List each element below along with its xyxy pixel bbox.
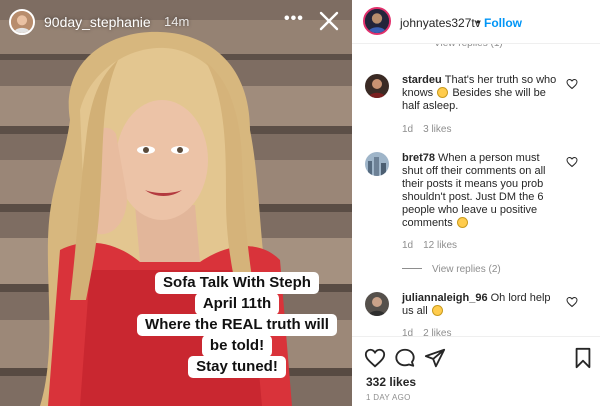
share-icon[interactable] [424,347,446,369]
comment-meta: 1d 2 likes [402,328,461,336]
comment-username[interactable]: bret78 [402,152,435,164]
comment-text: stardeu That's her truth so who knows Bes… [402,74,562,113]
view-replies-label: View replies (2) [432,264,501,275]
comment-text: juliannaleigh_96 Oh lord help us all [402,292,562,318]
eye-roll-emoji-icon [431,305,443,316]
comment-username[interactable]: stardeu [402,74,442,86]
view-replies-button[interactable]: View replies (2) [402,264,501,275]
post-panel: johnyates327tv • Follow View replies (1)… [352,0,600,406]
more-horizontal-icon[interactable]: ••• [284,10,304,28]
caption-line: be told! [201,335,273,357]
story-avatar[interactable] [9,9,35,35]
like-comment-heart-icon[interactable] [566,156,578,168]
likes-count[interactable]: 332 likes [366,375,416,389]
story-username[interactable]: 90day_stephanie [44,14,151,30]
story-timestamp: 14m [164,14,190,29]
story-header: 90day_stephanie 14m ••• [0,0,352,44]
laughing-emoji-icon [456,217,468,228]
heart-icon[interactable] [364,347,386,369]
story-caption: Sofa Talk With Steph April 11th Where th… [130,272,344,378]
commenter-avatar[interactable] [365,152,389,176]
flushed-emoji-icon [437,87,449,98]
like-comment-heart-icon[interactable] [566,78,578,90]
like-comment-heart-icon[interactable] [566,296,578,308]
caption-line: April 11th [194,293,280,315]
comment-age: 1d [402,240,414,251]
comment-username[interactable]: juliannaleigh_96 [402,292,488,304]
comment-age: 1d [402,124,414,135]
comment-meta: 1d 12 likes [402,240,467,251]
posted-time: 1 DAY AGO [366,393,411,402]
commenter-avatar[interactable] [365,292,389,316]
caption-line: Sofa Talk With Steph [155,272,319,294]
comment-text: bret78 When a person must shut off their … [402,152,562,230]
follow-button[interactable]: Follow [484,16,522,30]
post-actions: 332 likes 1 DAY AGO [352,336,600,406]
post-author-avatar[interactable] [363,7,391,35]
comment-likes[interactable]: 2 likes [423,328,451,336]
caption-line: Stay tuned! [188,356,286,378]
close-icon[interactable] [318,10,340,32]
comment-meta: 1d 3 likes [402,124,461,135]
comment-likes[interactable]: 3 likes [423,124,451,135]
comments-list[interactable]: View replies (1) stardeuThat's her truth… [352,44,600,336]
cut-off-replies: View replies (1) [434,44,503,49]
replies-divider-line [402,268,422,269]
commenter-avatar[interactable] [365,74,389,98]
comment-icon[interactable] [394,347,416,369]
comment-likes[interactable]: 12 likes [423,240,457,251]
story-photo[interactable]: 90day_stephanie 14m ••• Sofa Talk With S… [0,0,352,406]
post-header: johnyates327tv • Follow [352,0,600,44]
bookmark-icon[interactable] [572,347,594,369]
comment-age: 1d [402,328,414,336]
post-author-username[interactable]: johnyates327tv [400,16,481,30]
separator-dot: • [476,15,481,29]
caption-line: Where the REAL truth will [137,314,337,336]
